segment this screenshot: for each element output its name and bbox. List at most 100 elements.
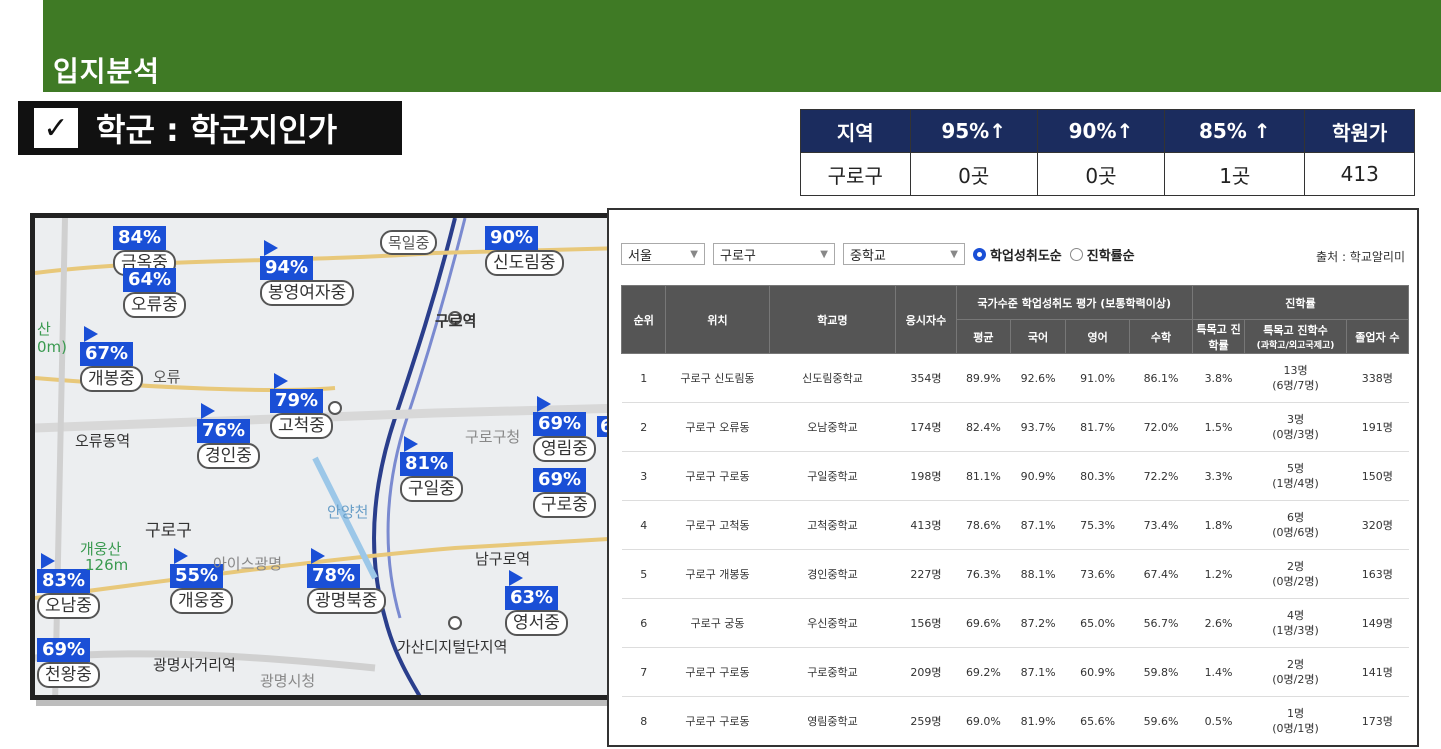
admission-count: 1명	[1286, 707, 1305, 720]
flag-icon	[174, 548, 188, 564]
admission-count: 13명	[1283, 364, 1308, 377]
map-label: 광명사거리역	[153, 656, 236, 674]
table-cell: 320명	[1346, 500, 1409, 550]
table-row: 8 구로구 구로동 영림중학교 259명 69.0% 81.9% 65.6% 59.6% 0.5…	[621, 696, 1409, 745]
table-cell: 173명	[1346, 696, 1409, 745]
school-marker[interactable]: 79% 고척중	[270, 373, 333, 439]
school-marker[interactable]: 64% 오류중	[123, 268, 186, 318]
chevron-down-icon: ▼	[690, 248, 698, 260]
marker-school-name: 개봉중	[80, 366, 143, 392]
flag-icon	[274, 373, 288, 389]
flag-icon	[404, 436, 418, 452]
flag-icon	[509, 570, 523, 586]
summary-header: 지역	[800, 109, 911, 153]
marker-school-name: 구일중	[400, 476, 463, 502]
table-row: 5 구로구 개봉동 경인중학교 227명 76.3% 88.1% 73.6% 67.4% 1.2…	[621, 549, 1409, 599]
table-cell: 경인중학교	[769, 549, 896, 599]
marker-school-name: 개웅중	[170, 588, 233, 614]
school-marker[interactable]: 67% 개봉중	[80, 326, 143, 392]
table-cell: 59.8%	[1129, 647, 1193, 697]
table-cell: 90.9%	[1010, 451, 1066, 501]
level-select[interactable]: 중학교 ▼	[843, 243, 965, 265]
school-marker[interactable]: 94% 봉영여자중	[260, 240, 355, 306]
table-cell: 259명	[895, 696, 957, 745]
table-cell: 우신중학교	[769, 598, 896, 648]
marker-percent: 69%	[533, 468, 587, 492]
header-bar: 입지분석	[43, 0, 1441, 92]
table-cell: 163명	[1346, 549, 1409, 599]
source-note: 출처 : 학교알리미	[1316, 250, 1405, 264]
table-cell: 80.3%	[1065, 451, 1130, 501]
table-row: 6 구로구 궁동 우신중학교 156명 69.6% 87.2% 65.0% 56.7% 2.6%…	[621, 598, 1409, 648]
table-row: 3 구로구 구로동 구일중학교 198명 81.1% 90.9% 80.3% 72.2% 3.3…	[621, 451, 1409, 501]
table-cell: 338명	[1346, 353, 1409, 403]
table-cell: 3.3%	[1192, 451, 1245, 501]
map-label: 가산디지털단지역	[397, 638, 508, 656]
table-cell: 87.1%	[1010, 647, 1066, 697]
city-select[interactable]: 서울 ▼	[621, 243, 705, 265]
table-cell: 1.4%	[1192, 647, 1245, 697]
table-cell: 1.5%	[1192, 402, 1245, 452]
school-marker[interactable]: 69% 구로중	[533, 468, 596, 518]
table-cell: 76.3%	[956, 549, 1011, 599]
column-header: 순위	[620, 285, 667, 354]
marker-school-name: 봉영여자중	[260, 280, 355, 306]
sort-by-achievement-radio[interactable]: 학업성취도순	[973, 245, 1062, 264]
flag-icon	[311, 548, 325, 564]
table-cell: 60.9%	[1065, 647, 1130, 697]
marker-percent: 84%	[113, 226, 167, 250]
table-row: 4 구로구 고척동 고척중학교 413명 78.6% 87.1% 75.3% 73.4% 1.8…	[621, 500, 1409, 550]
admission-breakdown: (0명/3명)	[1272, 428, 1319, 441]
table-cell: 4	[621, 500, 666, 550]
map-label: 0m)	[37, 338, 68, 356]
group-header: 국가수준 학업성취도 평가 (보통학력이상)	[955, 285, 1193, 320]
column-header: 평균	[955, 319, 1012, 354]
table-row: 1 구로구 신도림동 신도림중학교 354명 89.9% 92.6% 91.0% 86.1% 3…	[621, 353, 1409, 403]
table-cell: 87.2%	[1010, 598, 1066, 648]
table-cell: 3.8%	[1192, 353, 1245, 403]
table-cell: 65.6%	[1065, 696, 1130, 745]
map-label: 구로역	[435, 312, 477, 330]
table-cell: 75.3%	[1065, 500, 1130, 550]
school-marker[interactable]: 81% 구일중	[400, 436, 463, 502]
map-label: 안양천	[327, 503, 369, 521]
map-label: 오류	[153, 368, 181, 386]
school-marker[interactable]: 69% 영림중	[533, 396, 596, 462]
admission-breakdown: (1명/4명)	[1272, 477, 1319, 490]
summary-cell: 1곳	[1164, 152, 1306, 196]
table-cell: 156명	[895, 598, 957, 648]
school-marker[interactable]: 78% 광명북중	[307, 548, 386, 614]
table-cell: 69.0%	[956, 696, 1011, 745]
table-cell: 0.5%	[1192, 696, 1245, 745]
table-cell: 2.6%	[1192, 598, 1245, 648]
school-marker[interactable]: 76% 경인중	[197, 403, 260, 469]
admission-breakdown: (0명/1명)	[1272, 722, 1319, 735]
district-select[interactable]: 구로구 ▼	[713, 243, 835, 265]
table-cell: 86.1%	[1129, 353, 1193, 403]
table-cell: 2명 (0명/2명)	[1244, 549, 1347, 599]
table-cell: 73.4%	[1129, 500, 1193, 550]
summary-table: 지역 95%↑ 90%↑ 85% ↑ 학원가 구로구 0곳 0곳 1곳 413	[800, 109, 1415, 196]
marker-school-name: 영서중	[505, 610, 568, 636]
school-marker[interactable]: 90% 신도림중	[485, 226, 564, 276]
marker-school-name: 고척중	[270, 413, 333, 439]
marker-percent: 94%	[260, 256, 314, 280]
table-cell: 174명	[895, 402, 957, 452]
admission-breakdown: (0명/2명)	[1272, 575, 1319, 588]
table-cell: 69.2%	[956, 647, 1011, 697]
school-marker[interactable]: 63% 영서중	[505, 570, 568, 636]
table-cell: 72.0%	[1129, 402, 1193, 452]
ranking-table: 순위 위치 학교명 응시자수 국가수준 학업성취도 평가 (보통학력이상) 진학…	[620, 285, 1410, 745]
summary-header: 85% ↑	[1164, 109, 1306, 153]
table-cell: 구일중학교	[769, 451, 896, 501]
table-cell: 신도림중학교	[769, 353, 896, 403]
school-marker[interactable]: 69% 천왕중	[37, 638, 100, 688]
table-row: 2 구로구 오류동 오남중학교 174명 82.4% 93.7% 81.7% 72.0% 1.5…	[621, 402, 1409, 452]
table-cell: 413명	[895, 500, 957, 550]
column-header: 특목고 진학률	[1191, 319, 1246, 354]
sort-by-admission-radio[interactable]: 진학률순	[1069, 245, 1135, 264]
table-cell: 구로구 신도림동	[665, 353, 770, 403]
admission-count: 6명	[1286, 511, 1305, 524]
radio-icon	[1069, 247, 1083, 261]
school-map[interactable]: 84% 금옥중 94% 봉영여자중 90% 신도림중 64% 오류중 67% 개…	[30, 213, 620, 700]
